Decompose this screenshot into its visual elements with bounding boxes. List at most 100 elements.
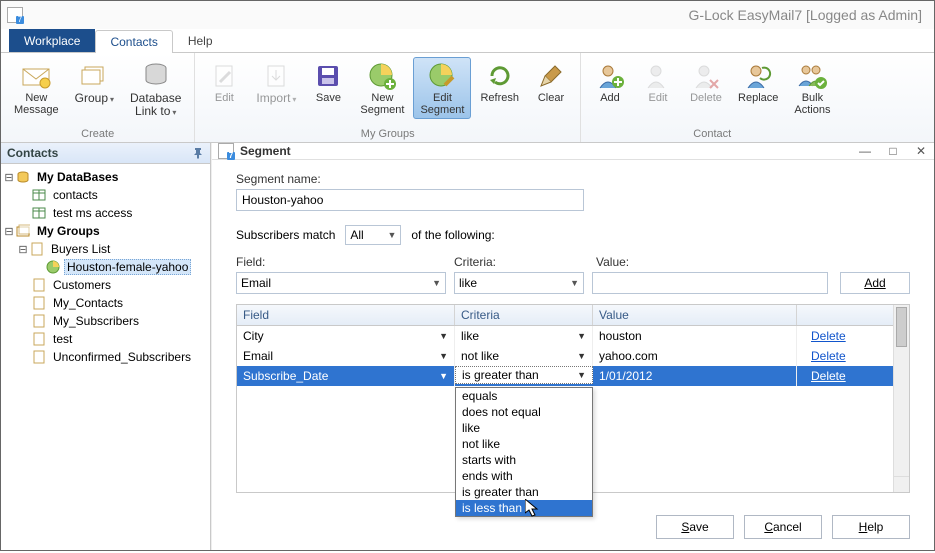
criteria-select[interactable]: like▼ [454, 272, 584, 294]
chevron-down-icon: ▼ [387, 230, 396, 240]
tree-db-item[interactable]: contacts [3, 186, 208, 204]
grid-header-value[interactable]: Value [593, 305, 797, 325]
tree-my-databases[interactable]: ⊟ My DataBases [3, 168, 208, 186]
field-header-label: Field: [236, 255, 454, 269]
match-select[interactable]: All▼ [345, 225, 401, 245]
add-contact-button[interactable]: Add [587, 57, 633, 107]
clear-button[interactable]: Clear [528, 57, 574, 107]
criteria-option[interactable]: starts with [456, 452, 592, 468]
segment-cancel-button[interactable]: Cancel [744, 515, 822, 539]
criteria-option[interactable]: is greater than [456, 484, 592, 500]
segment-help-button[interactable]: Help [832, 515, 910, 539]
segment-window: Segment — □ ✕ Segment name: Subscribers … [211, 143, 934, 550]
criteria-header-label: Criteria: [454, 255, 596, 269]
pin-icon[interactable] [192, 147, 204, 159]
segment-name-label: Segment name: [236, 172, 910, 186]
contacts-tree[interactable]: ⊟ My DataBases contacts test ms access ⊟… [1, 164, 210, 550]
grid-header-criteria[interactable]: Criteria [455, 305, 593, 325]
tree-group-item[interactable]: Customers [3, 276, 208, 294]
grid-header-field[interactable]: Field [237, 305, 455, 325]
bulk-actions-button[interactable]: Bulk Actions [787, 57, 837, 119]
tab-help[interactable]: Help [173, 29, 228, 52]
import-button: Import▾ [249, 57, 303, 108]
grid-row[interactable]: City▼ like▼ houston Delete [237, 326, 893, 346]
chevron-down-icon: ▼ [432, 278, 441, 288]
new-segment-button[interactable]: New Segment [353, 57, 411, 119]
edit-segment-button[interactable]: Edit Segment [413, 57, 471, 119]
user-edit-icon [642, 60, 674, 92]
add-button[interactable]: Add [840, 272, 910, 294]
tree-segment-selected[interactable]: Houston-female-yahoo [3, 258, 208, 276]
page-icon [31, 295, 47, 311]
value-input[interactable] [592, 272, 828, 294]
app-icon [218, 143, 234, 159]
criteria-option[interactable]: not like [456, 436, 592, 452]
grid-row-selected[interactable]: Subscribe_Date▼ is greater than▼ 1/01/20… [237, 366, 893, 386]
collapse-icon[interactable]: ⊟ [3, 225, 15, 238]
import-icon [260, 60, 292, 92]
criteria-cell-editing[interactable]: is greater than▼ [455, 366, 593, 384]
page-icon [31, 313, 47, 329]
tree-group-buyers[interactable]: ⊟ Buyers List [3, 240, 208, 258]
value-header-label: Value: [596, 255, 910, 269]
database-link-button[interactable]: Database Link to▾ [123, 57, 188, 121]
close-icon[interactable]: ✕ [914, 144, 928, 158]
chevron-down-icon: ▾ [292, 95, 296, 104]
delete-link[interactable]: Delete [797, 346, 893, 366]
chevron-down-icon[interactable]: ▼ [577, 370, 586, 380]
tree-db-item[interactable]: test ms access [3, 204, 208, 222]
chevron-down-icon[interactable]: ▼ [439, 371, 448, 381]
chevron-down-icon[interactable]: ▼ [577, 351, 586, 361]
database-icon [140, 60, 172, 92]
tree-group-item[interactable]: Unconfirmed_Subscribers [3, 348, 208, 366]
tree-group-item[interactable]: My_Contacts [3, 294, 208, 312]
chevron-down-icon[interactable]: ▼ [577, 331, 586, 341]
criteria-option[interactable]: does not equal [456, 404, 592, 420]
sidebar-header: Contacts [1, 143, 210, 164]
envelope-icon [20, 60, 52, 92]
edit-icon [208, 60, 240, 92]
users-check-icon [796, 60, 828, 92]
criteria-option-hover[interactable]: is less than [456, 500, 592, 516]
criteria-dropdown[interactable]: equals does not equal like not like star… [455, 387, 593, 517]
ribbon-group-mygroups: Edit Import▾ Save New Segment Edit Segme… [195, 53, 581, 142]
criteria-option[interactable]: like [456, 420, 592, 436]
segment-titlebar: Segment — □ ✕ [212, 143, 934, 160]
field-select[interactable]: Email▼ [236, 272, 446, 294]
scrollbar-thumb[interactable] [896, 307, 907, 347]
refresh-button[interactable]: Refresh [473, 57, 526, 107]
groups-icon [15, 223, 31, 239]
ribbon-group-create: New Message Group▾ Database Link to▾ Cre… [1, 53, 195, 142]
delete-link[interactable]: Delete [797, 326, 893, 346]
page-icon [31, 277, 47, 293]
segment-name-input[interactable] [236, 189, 584, 211]
tab-contacts[interactable]: Contacts [95, 30, 172, 53]
criteria-option[interactable]: ends with [456, 468, 592, 484]
chevron-down-icon: ▾ [110, 95, 114, 104]
new-message-button[interactable]: New Message [7, 57, 66, 119]
delete-link[interactable]: Delete [797, 366, 893, 386]
minimize-icon[interactable]: — [858, 144, 872, 158]
save-button[interactable]: Save [305, 57, 351, 107]
chevron-down-icon[interactable]: ▼ [439, 351, 448, 361]
app-icon [7, 7, 23, 23]
user-delete-icon [690, 60, 722, 92]
collapse-icon[interactable]: ⊟ [3, 171, 15, 184]
tab-workplace[interactable]: Workplace [9, 29, 95, 52]
grid-row[interactable]: Email▼ not like▼ yahoo.com Delete [237, 346, 893, 366]
ribbon: New Message Group▾ Database Link to▾ Cre… [1, 53, 934, 143]
table-icon [31, 205, 47, 221]
grid-scrollbar[interactable] [893, 305, 909, 492]
tree-group-item[interactable]: test [3, 330, 208, 348]
collapse-icon[interactable]: ⊟ [17, 243, 29, 256]
edit-button: Edit [201, 57, 247, 107]
tree-group-item[interactable]: My_Subscribers [3, 312, 208, 330]
replace-contact-button[interactable]: Replace [731, 57, 785, 107]
maximize-icon[interactable]: □ [886, 144, 900, 158]
grid-header-action [797, 305, 893, 325]
criteria-option[interactable]: equals [456, 388, 592, 404]
group-button[interactable]: Group▾ [68, 57, 121, 108]
chevron-down-icon[interactable]: ▼ [439, 331, 448, 341]
segment-save-button[interactable]: Save [656, 515, 734, 539]
tree-my-groups[interactable]: ⊟ My Groups [3, 222, 208, 240]
